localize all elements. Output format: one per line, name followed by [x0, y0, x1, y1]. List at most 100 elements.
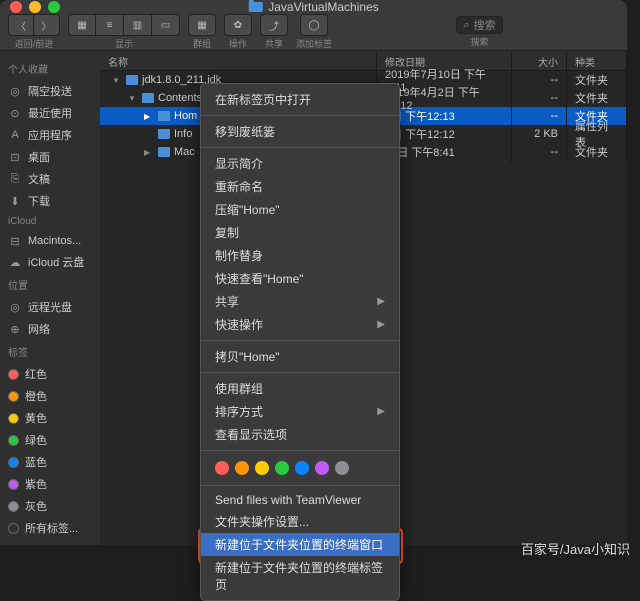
tag-color-icon[interactable] — [335, 461, 349, 475]
back-button[interactable]: 〈 — [8, 14, 34, 36]
nav-group: 〈 〉 返回/前进 — [8, 14, 60, 50]
sidebar-label: iCloud 云盘 — [28, 254, 84, 270]
sidebar-icon: ◎ — [8, 300, 22, 314]
sidebar-label: 所有标签... — [25, 520, 78, 536]
col-kind[interactable]: 种类 — [567, 51, 627, 70]
menu-separator — [201, 485, 399, 486]
sidebar-section-header: 个人收藏 — [0, 57, 100, 80]
tag-color-icon[interactable] — [295, 461, 309, 475]
sidebar-item[interactable]: ☁iCloud 云盘 — [0, 251, 100, 273]
sidebar-item[interactable]: ⬇下载 — [0, 190, 100, 212]
sidebar-item[interactable]: A应用程序 — [0, 124, 100, 146]
menu-item[interactable]: 新建位于文件夹位置的终端标签页 — [201, 556, 399, 596]
column-view-button[interactable]: ▥ — [124, 14, 152, 36]
sidebar-item[interactable]: ⊕网络 — [0, 318, 100, 340]
sidebar-item[interactable]: ⊙最近使用 — [0, 102, 100, 124]
maximize-icon[interactable] — [48, 1, 60, 13]
title-text: JavaVirtualMachines — [268, 0, 379, 14]
sidebar-section-header: iCloud — [0, 212, 100, 231]
titlebar[interactable]: JavaVirtualMachines — [0, 0, 627, 14]
menu-item[interactable]: 文件夹操作设置... — [201, 510, 399, 533]
menu-separator — [201, 450, 399, 451]
sidebar-label: 网络 — [28, 321, 50, 337]
toolbar: 〈 〉 返回/前进 ▦ ≡ ▥ ▭ 显示 ▦ 群组 ✿ 操作 ⤴ 共享 — [0, 14, 627, 51]
menu-item[interactable]: 共享▶ — [201, 290, 399, 313]
menu-item-label: 拷贝"Home" — [215, 348, 280, 365]
menu-item-label: 快速查看"Home" — [215, 270, 304, 287]
disclosure-icon[interactable]: ▶ — [144, 112, 154, 121]
minimize-icon[interactable] — [29, 1, 41, 13]
menu-item[interactable]: 复制 — [201, 221, 399, 244]
tag-color-icon[interactable] — [215, 461, 229, 475]
menu-item[interactable]: 压缩"Home" — [201, 198, 399, 221]
sidebar-icon: ⊟ — [8, 234, 22, 248]
sidebar-item[interactable]: 橙色 — [0, 385, 100, 407]
sidebar-item[interactable]: 所有标签... — [0, 517, 100, 539]
col-size[interactable]: 大小 — [512, 51, 567, 70]
menu-item-label: 制作替身 — [215, 247, 263, 264]
disclosure-icon[interactable]: ▼ — [128, 94, 138, 103]
sidebar-item[interactable]: 红色 — [0, 363, 100, 385]
sidebar-icon: A — [8, 128, 22, 142]
gallery-view-button[interactable]: ▭ — [152, 14, 180, 36]
icon-view-button[interactable]: ▦ — [68, 14, 96, 36]
tag-dot-icon — [8, 457, 19, 468]
sidebar-item[interactable]: 紫色 — [0, 473, 100, 495]
disclosure-icon[interactable]: ▶ — [144, 148, 154, 157]
cell-kind: 文件夹 — [567, 141, 627, 163]
menu-item-label: 文件夹操作设置... — [215, 513, 309, 530]
sidebar-item[interactable]: 黄色 — [0, 407, 100, 429]
menu-item[interactable]: 快速查看"Home" — [201, 267, 399, 290]
menu-item[interactable]: 移到废纸篓 — [201, 120, 399, 143]
menu-separator — [201, 115, 399, 116]
menu-item[interactable]: 排序方式▶ — [201, 400, 399, 423]
menu-item[interactable]: 快速操作▶ — [201, 313, 399, 336]
menu-item[interactable]: 显示简介 — [201, 152, 399, 175]
share-button[interactable]: ⤴ — [260, 14, 288, 36]
menu-item[interactable]: 新建位于文件夹位置的终端窗口 — [201, 533, 399, 556]
sidebar-item[interactable]: ⎘文稿 — [0, 168, 100, 190]
menu-item[interactable]: 拷贝"Home" — [201, 345, 399, 368]
menu-item[interactable]: 在新标签页中打开 — [201, 88, 399, 111]
disclosure-icon[interactable]: ▼ — [112, 76, 122, 85]
menu-separator — [201, 372, 399, 373]
sidebar-item[interactable]: ⊟Macintos... — [0, 231, 100, 251]
col-name[interactable]: 名称 — [100, 51, 377, 70]
sidebar-item[interactable]: ⊡桌面 — [0, 146, 100, 168]
folder-icon — [142, 93, 154, 103]
tag-color-icon[interactable] — [275, 461, 289, 475]
tag-color-icon[interactable] — [235, 461, 249, 475]
group-button[interactable]: ▦ — [188, 14, 216, 36]
tags-button[interactable]: ◯ — [300, 14, 328, 36]
sidebar-icon: ⎘ — [8, 172, 22, 186]
search-input[interactable]: ⌕ 搜索 — [456, 16, 502, 34]
sidebar-item[interactable]: ◎远程光盘 — [0, 296, 100, 318]
folder-icon — [158, 111, 170, 121]
tag-color-icon[interactable] — [255, 461, 269, 475]
cell-size: -- — [512, 143, 567, 161]
sidebar-item[interactable]: 灰色 — [0, 495, 100, 517]
menu-item[interactable]: 查看显示选项 — [201, 423, 399, 446]
list-view-button[interactable]: ≡ — [96, 14, 124, 36]
close-icon[interactable] — [10, 1, 22, 13]
column-header: 名称 修改日期 大小 种类 — [100, 51, 627, 71]
forward-button[interactable]: 〉 — [34, 14, 60, 36]
view-seg: ▦ ≡ ▥ ▭ — [68, 14, 180, 36]
context-menu: 在新标签页中打开移到废纸篓显示简介重新命名压缩"Home"复制制作替身快速查看"… — [200, 83, 400, 601]
sidebar-item[interactable]: ◎隔空投送 — [0, 80, 100, 102]
traffic-lights — [10, 1, 60, 13]
file-name: Hom — [174, 110, 197, 122]
menu-item[interactable]: 重新命名 — [201, 175, 399, 198]
menu-item-label: Send files with TeamViewer — [215, 493, 361, 507]
tag-dot-icon — [8, 413, 19, 424]
tag-dot-icon — [8, 369, 19, 380]
menu-item[interactable]: 制作替身 — [201, 244, 399, 267]
menu-item-label: 移到废纸篓 — [215, 123, 275, 140]
tag-color-icon[interactable] — [315, 461, 329, 475]
action-button[interactable]: ✿ — [224, 14, 252, 36]
sidebar-item[interactable]: 蓝色 — [0, 451, 100, 473]
menu-item[interactable]: 使用群组 — [201, 377, 399, 400]
sidebar-item[interactable]: 绿色 — [0, 429, 100, 451]
menu-item[interactable]: Send files with TeamViewer — [201, 490, 399, 510]
folder-icon — [126, 75, 138, 85]
